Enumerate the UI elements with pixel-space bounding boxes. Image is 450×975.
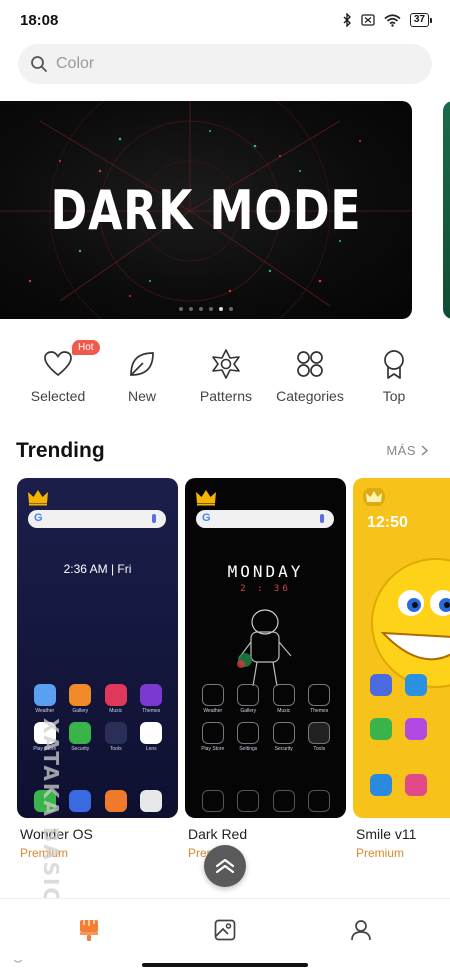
scroll-top-button[interactable]	[204, 845, 246, 887]
wallpapers-tab[interactable]	[210, 915, 240, 945]
pattern-icon	[212, 349, 240, 379]
image-icon	[214, 919, 236, 941]
banner-dot	[209, 307, 213, 311]
double-chevron-up-icon	[215, 858, 235, 874]
more-link[interactable]: MÁS	[386, 443, 428, 458]
app-icon: Themes	[134, 684, 170, 714]
crown-icon	[196, 490, 216, 506]
app-icon: Lens	[134, 722, 170, 752]
crown-icon	[363, 488, 385, 506]
person-icon	[351, 920, 371, 941]
app-icon: Security	[266, 722, 302, 752]
category-label: Selected	[30, 388, 86, 404]
banner-dot	[199, 307, 203, 311]
card-search-bar: G	[28, 510, 166, 528]
banner-dot-active	[219, 307, 223, 311]
category-new[interactable]: New	[100, 348, 184, 404]
app-icon: Gallery	[63, 684, 99, 714]
app-icon: Play Store	[195, 722, 231, 752]
search-input[interactable]: Color	[18, 44, 432, 84]
hot-badge: Hot	[72, 340, 100, 355]
more-label: MÁS	[386, 443, 416, 458]
theme-tier: Premium	[356, 846, 405, 860]
bottom-nav	[0, 898, 450, 960]
category-categories[interactable]: Categories	[268, 348, 352, 404]
app-grid	[363, 718, 450, 748]
sim-icon	[361, 14, 375, 26]
category-patterns[interactable]: Patterns	[184, 348, 268, 404]
brush-icon	[80, 920, 98, 941]
watermark-text: XATAKA BASICS	[39, 718, 63, 921]
search-placeholder: Color	[56, 55, 95, 72]
app-grid	[363, 674, 450, 704]
theme-name: Dark Red	[188, 826, 248, 842]
banner-dark-mode[interactable]: DARK MODE	[0, 101, 412, 319]
banner-dot	[229, 307, 233, 311]
theme-name: Smile v11	[356, 826, 417, 842]
bluetooth-icon	[343, 13, 351, 27]
banner-pagination	[0, 307, 412, 311]
category-label: Patterns	[199, 388, 253, 404]
clover-icon	[297, 351, 323, 377]
smiley-illustration	[371, 558, 450, 688]
card-headline: MONDAY	[227, 562, 304, 581]
card-search-bar: G	[196, 510, 334, 528]
banner-dot	[179, 307, 183, 311]
crown-icon	[28, 490, 48, 506]
card-clock: 12:50	[367, 514, 408, 531]
battery-level: 37	[409, 13, 429, 27]
app-grid: Weather Gallery Music Themes Play Store …	[195, 684, 337, 760]
app-icon: Weather	[195, 684, 231, 714]
theme-card-smile-v11[interactable]: 12:50	[353, 478, 450, 818]
app-icon: Music	[98, 684, 134, 714]
banner-dot	[189, 307, 193, 311]
trending-title: Trending	[16, 439, 105, 462]
banner-title: DARK MODE	[50, 179, 362, 242]
astronaut-illustration	[237, 609, 292, 687]
app-icon: Tools	[302, 722, 338, 752]
category-label: Categories	[276, 388, 344, 404]
category-top[interactable]: Top	[352, 348, 436, 404]
dock	[363, 774, 450, 804]
chevron-right-icon	[421, 445, 428, 456]
card-time: 2 : 36	[240, 584, 291, 594]
ribbon-icon	[384, 350, 404, 379]
category-row: Selected New Patterns Categories Top	[0, 348, 450, 408]
profile-tab[interactable]	[346, 915, 376, 945]
leaf-icon	[130, 352, 154, 376]
status-bar: 18:08 37	[0, 0, 450, 40]
status-icons: 37	[342, 13, 432, 27]
app-icon: Settings	[231, 722, 267, 752]
status-time: 18:08	[20, 11, 59, 29]
category-label: Top	[382, 388, 406, 404]
themes-tab[interactable]	[74, 915, 104, 945]
search-icon	[31, 56, 47, 72]
theme-card-dark-red[interactable]: G MONDAY 2 : 36 Weather Gallery Music Th…	[185, 478, 346, 818]
wifi-icon	[384, 13, 401, 27]
category-label: New	[127, 388, 156, 404]
app-icon: Themes	[302, 684, 338, 714]
battery-icon: 37	[409, 13, 432, 27]
card-clock: 2:36 AM | Fri	[63, 562, 132, 576]
banner-next-preview[interactable]	[443, 101, 450, 319]
app-icon: Gallery	[231, 684, 267, 714]
category-selected[interactable]: Selected	[16, 348, 100, 404]
dock	[195, 790, 337, 818]
app-icon: Tools	[98, 722, 134, 752]
app-icon: Music	[266, 684, 302, 714]
app-icon: Security	[63, 722, 99, 752]
gesture-bar	[142, 963, 308, 967]
heart-icon	[44, 351, 72, 377]
